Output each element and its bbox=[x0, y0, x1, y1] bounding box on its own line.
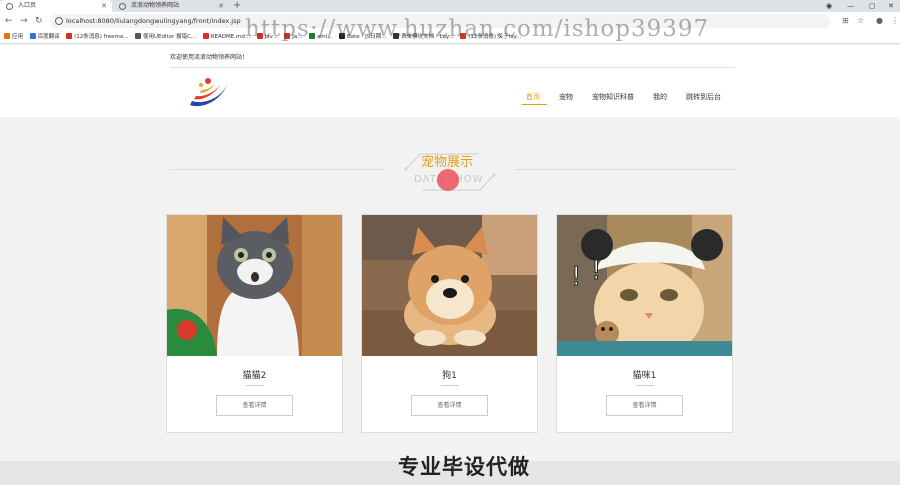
bookmark-icon bbox=[29, 33, 36, 39]
nav-pet-knowledge[interactable]: 宠物知识科普 bbox=[592, 92, 634, 102]
pet-name: 猫咪1 bbox=[632, 371, 657, 381]
nav-admin[interactable]: 跳转到后台 bbox=[686, 92, 721, 102]
pet-card[interactable]: ! ! 猫咪1 查看详情 bbox=[556, 214, 733, 433]
view-details-button[interactable]: 查看详情 bbox=[216, 395, 293, 416]
browser-tab-bar: 入口页 ✕ 流浪动物领养网站 ✕ + ◉ — ▢ ✕ bbox=[0, 0, 900, 12]
view-details-button[interactable]: 查看详情 bbox=[411, 395, 488, 416]
tab-title: 流浪动物领养网站 bbox=[131, 2, 180, 9]
forward-icon[interactable]: → bbox=[20, 15, 28, 27]
browser-tab-entry[interactable]: 入口页 ✕ bbox=[0, 0, 112, 12]
bookmark-item[interactable]: (12条消息) freema... bbox=[66, 30, 128, 43]
close-tab-icon[interactable]: ✕ bbox=[101, 0, 107, 12]
star-icon[interactable]: ☆ bbox=[857, 15, 864, 27]
maximize-icon[interactable]: ▢ bbox=[869, 0, 876, 12]
globe-icon bbox=[6, 3, 13, 10]
site-logo[interactable] bbox=[186, 75, 232, 111]
watermark-text: https://www.huzhan.com/ishop39397 bbox=[245, 16, 710, 42]
close-window-icon[interactable]: ✕ bbox=[888, 0, 894, 12]
card-divider bbox=[441, 385, 459, 386]
section-line-left bbox=[170, 169, 385, 170]
pet-card[interactable]: 猫猫2 查看详情 bbox=[166, 214, 343, 433]
minimize-icon[interactable]: — bbox=[847, 0, 854, 12]
view-details-button[interactable]: 查看详情 bbox=[606, 395, 683, 416]
section-title: 宠物展示 bbox=[421, 155, 474, 170]
close-tab-icon[interactable]: ✕ bbox=[218, 0, 224, 12]
bookmark-icon bbox=[135, 33, 142, 39]
translate-icon[interactable]: ⊞ bbox=[842, 15, 849, 27]
apps-icon bbox=[4, 33, 10, 39]
pet-name: 猫猫2 bbox=[242, 371, 267, 381]
nav-mine[interactable]: 我的 bbox=[653, 92, 667, 102]
pet-name: 狗1 bbox=[442, 371, 457, 381]
bookmark-item[interactable]: README.md... bbox=[202, 30, 250, 43]
svg-text:!: ! bbox=[571, 262, 581, 292]
new-tab-button[interactable]: + bbox=[233, 0, 241, 12]
section-line-right bbox=[515, 169, 735, 170]
bookmark-item[interactable]: 使用UEditor 报错C... bbox=[135, 30, 196, 43]
reload-icon[interactable]: ↻ bbox=[35, 15, 43, 27]
pet-image[interactable]: ! ! bbox=[557, 215, 732, 356]
card-divider bbox=[246, 385, 264, 386]
globe-icon bbox=[119, 3, 126, 10]
menu-icon[interactable]: ⋮ bbox=[891, 15, 899, 27]
url-text: localhost:8080/liulangdongwulingyang/fro… bbox=[66, 17, 241, 25]
browser-tab-site[interactable]: 流浪动物领养网站 ✕ bbox=[113, 0, 229, 12]
pet-card[interactable]: 狗1 查看详情 bbox=[361, 214, 538, 433]
nav-home[interactable]: 首页 bbox=[526, 92, 540, 102]
nav-pets[interactable]: 宠物 bbox=[559, 92, 573, 102]
bookmark-icon bbox=[202, 33, 209, 39]
bookmark-item[interactable]: 百度翻译 bbox=[29, 30, 60, 43]
cursor-indicator bbox=[437, 169, 459, 191]
pet-image[interactable] bbox=[167, 215, 342, 356]
footer-banner-text: 专业毕设代做 bbox=[398, 455, 530, 479]
svg-text:!: ! bbox=[591, 256, 601, 286]
site-header: 欢迎使用流浪动物领养网站！ 首页 宠物 宠物知识科普 我的 跳转到后台 bbox=[0, 45, 900, 117]
card-divider bbox=[636, 385, 654, 386]
account-icon[interactable]: ● bbox=[876, 15, 883, 27]
welcome-text: 欢迎使用流浪动物领养网站！ bbox=[170, 54, 249, 61]
bookmark-icon bbox=[66, 33, 73, 39]
tab-title: 入口页 bbox=[18, 2, 37, 9]
profile-icon[interactable]: ◉ bbox=[826, 0, 832, 12]
pet-image[interactable] bbox=[362, 215, 537, 356]
nav-active-underline bbox=[522, 104, 547, 105]
bookmark-item[interactable]: 应用 bbox=[4, 30, 23, 43]
back-icon[interactable]: ← bbox=[5, 15, 13, 27]
info-icon[interactable] bbox=[55, 17, 63, 25]
header-divider bbox=[170, 67, 735, 68]
